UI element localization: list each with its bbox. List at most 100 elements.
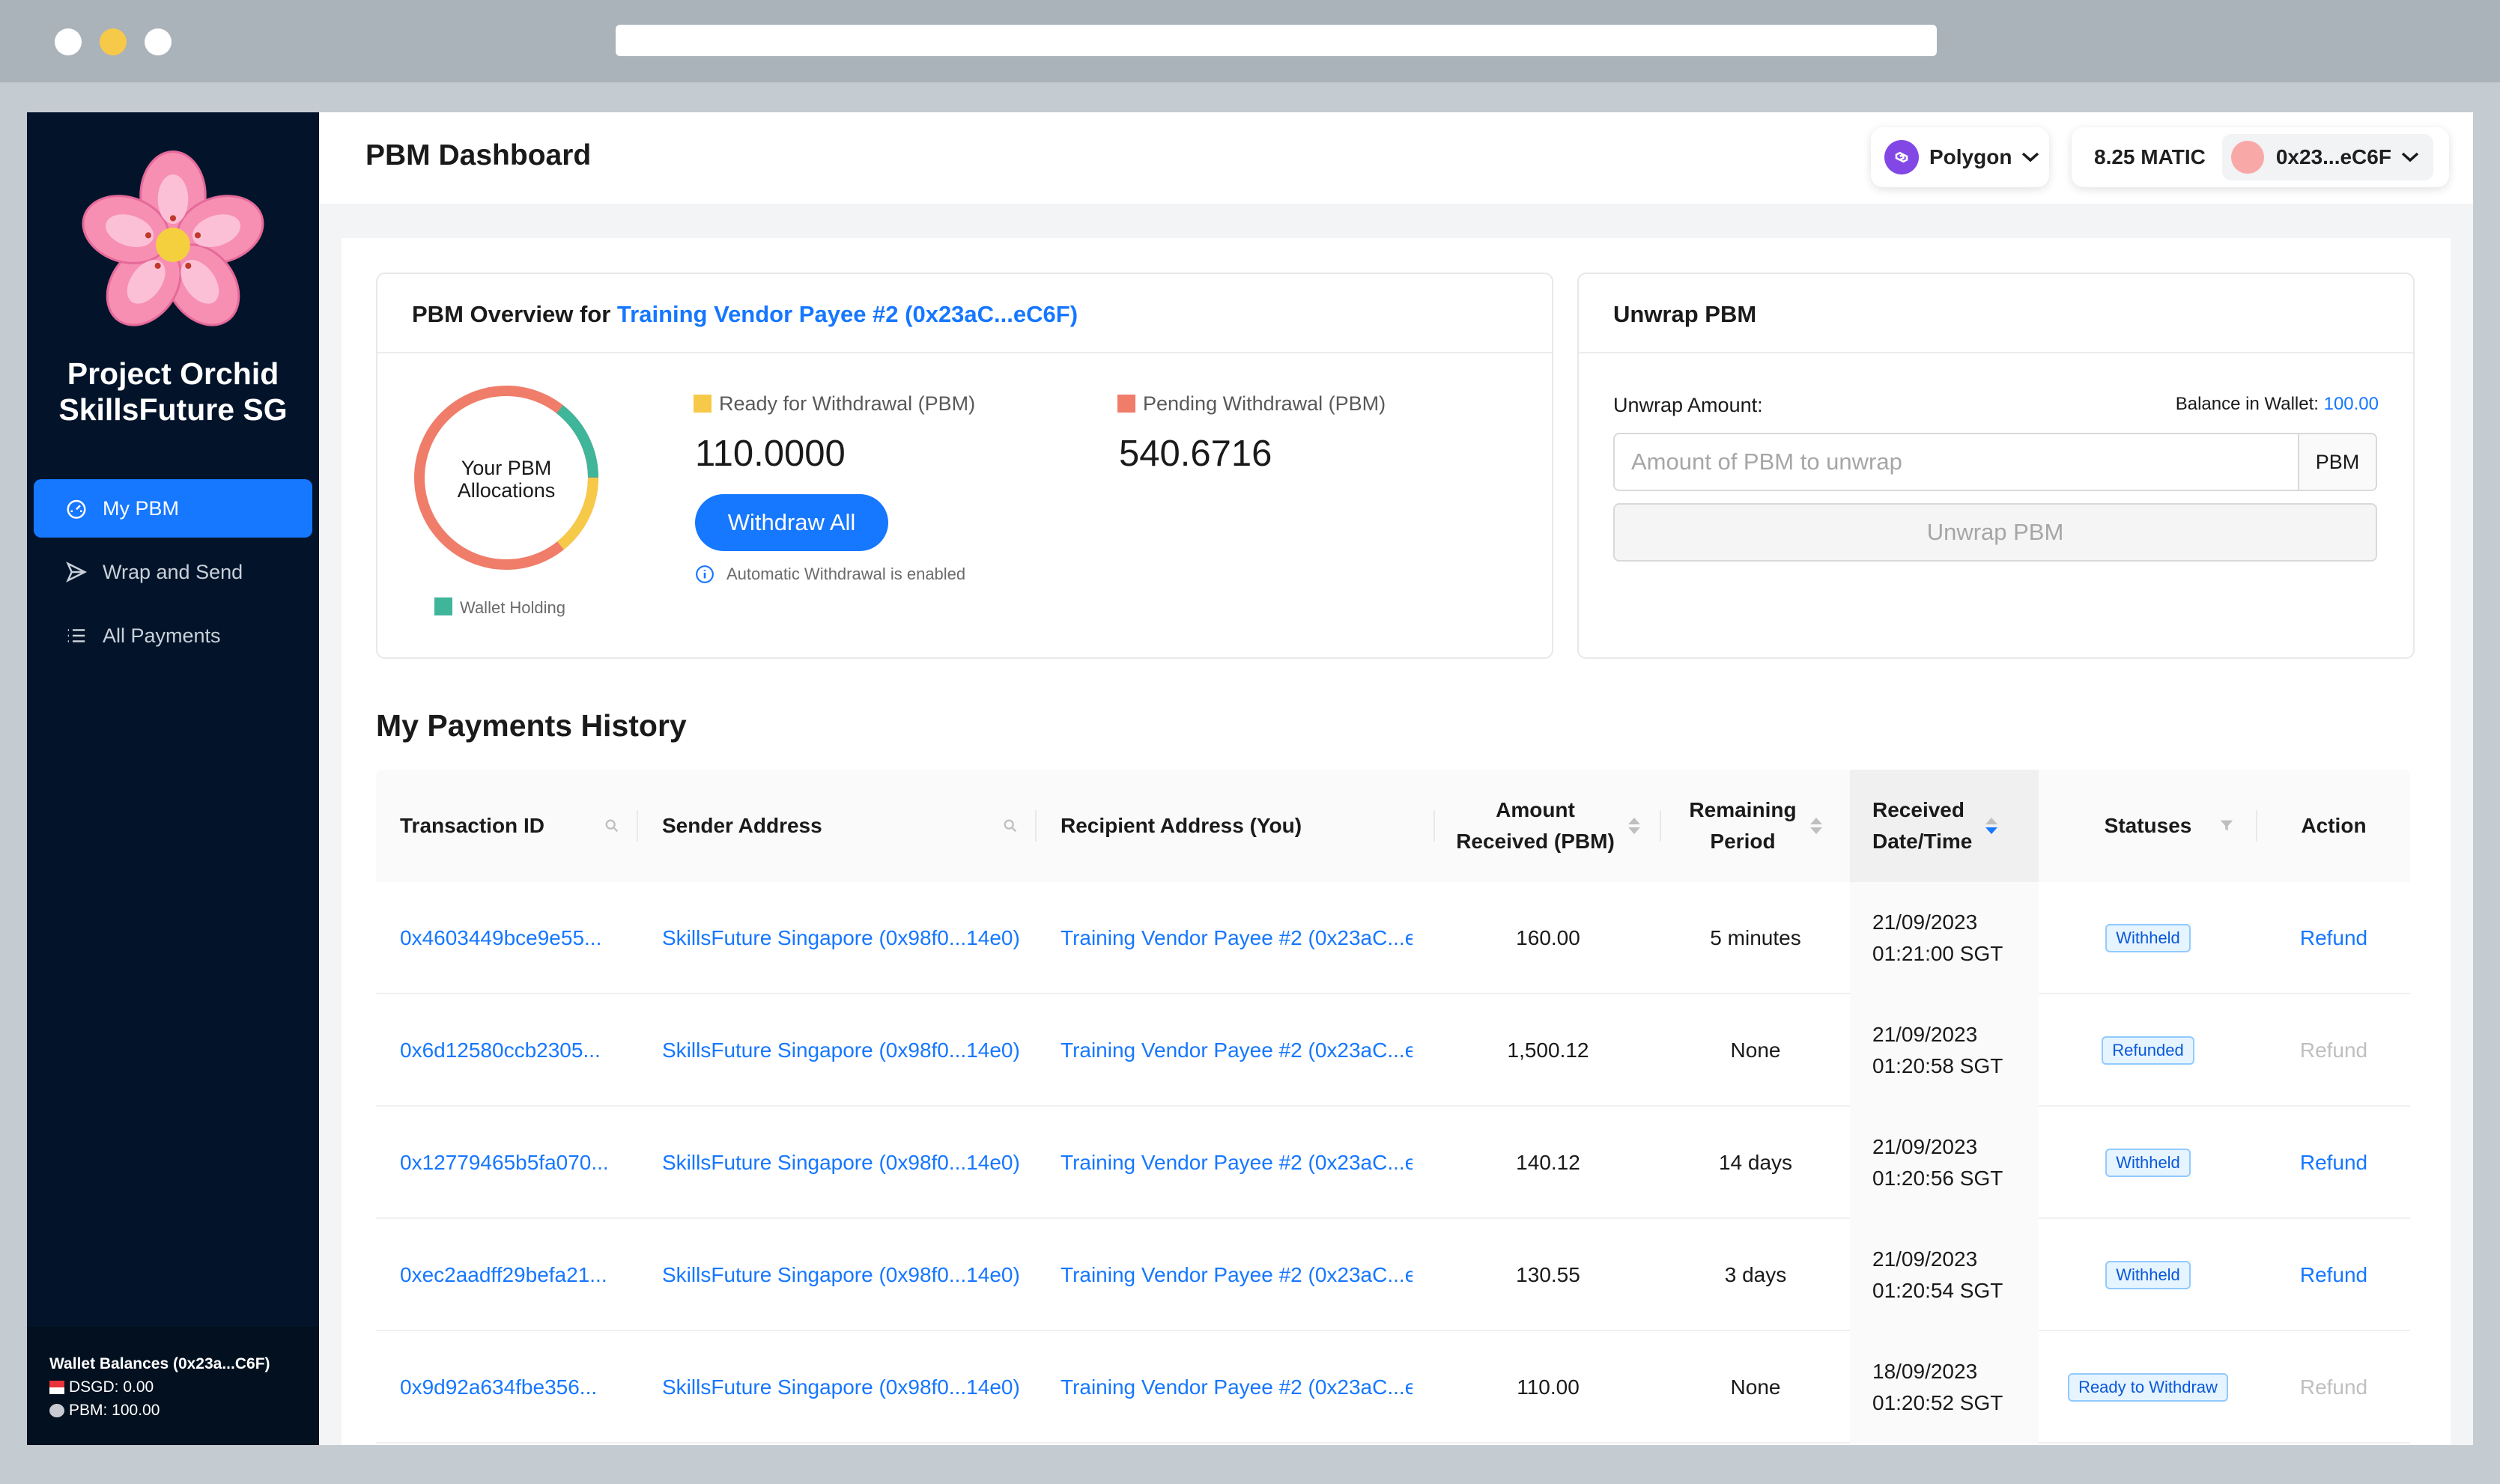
overview-title-prefix: PBM Overview for — [412, 301, 617, 327]
datetime-cell: 21/09/2023 01:20:54 SGT — [1850, 1219, 2039, 1331]
withdraw-all-button[interactable]: Withdraw All — [695, 494, 888, 551]
tx-link[interactable]: 0x12779465b5fa070... — [400, 1151, 609, 1175]
tx-link[interactable]: 0xec2aadff29befa21... — [400, 1263, 607, 1287]
sidebar-item-my-pbm[interactable]: My PBM — [34, 479, 312, 538]
col-label-line-1: Received — [1872, 798, 1964, 821]
time-text: 01:20:56 SGT — [1872, 1167, 2003, 1190]
col-amount-received[interactable]: Amount Received (PBM) — [1435, 770, 1661, 882]
pending-withdrawal-value: 540.6716 — [1119, 434, 1272, 474]
window-maximize-dot[interactable] — [145, 28, 172, 55]
matic-balance: 8.25 MATIC — [2094, 145, 2206, 168]
col-transaction-id: Transaction ID — [376, 770, 638, 882]
wallet-balance-value[interactable]: 100.00 — [2324, 394, 2379, 414]
refund-link[interactable]: Refund — [2300, 1151, 2367, 1175]
col-received-datetime[interactable]: Received Date/Time — [1850, 770, 2039, 882]
datetime-stack: 21/09/2023 01:20:58 SGT — [1872, 1019, 2003, 1082]
recipient-link[interactable]: Training Vendor Payee #2 (0x23aC...eC6F) — [1061, 1151, 1413, 1175]
network-selector[interactable]: Polygon — [1871, 127, 2049, 187]
col-label-line-1: Remaining — [1689, 798, 1797, 821]
recipient-link[interactable]: Training Vendor Payee #2 (0x23aC...eC6F) — [1061, 1039, 1413, 1062]
time-text: 01:20:52 SGT — [1872, 1391, 2003, 1414]
chevron-down-icon — [2401, 152, 2419, 162]
date-text: 21/09/2023 — [1872, 1247, 1978, 1271]
col-label-line-1: Amount — [1496, 798, 1575, 821]
unwrap-amount-label: Unwrap Amount: — [1613, 394, 1763, 416]
window-minimize-dot[interactable] — [100, 28, 127, 55]
search-icon[interactable] — [1002, 818, 1019, 834]
search-icon[interactable] — [604, 818, 620, 834]
sender-link[interactable]: SkillsFuture Singapore (0x98f0...14e0) — [662, 1151, 1020, 1175]
browser-chrome — [0, 0, 2500, 82]
remaining-cell: 5 minutes — [1710, 926, 1801, 949]
wallet-balances-title: Wallet Balances (0x23a...C6F) — [49, 1355, 270, 1372]
tx-link[interactable]: 0x6d12580ccb2305... — [400, 1039, 601, 1062]
tx-link[interactable]: 0x4603449bce9e55... — [400, 926, 601, 950]
unwrap-unit-suffix: PBM — [2298, 434, 2376, 490]
sender-link[interactable]: SkillsFuture Singapore (0x98f0...14e0) — [662, 1263, 1020, 1287]
tx-link[interactable]: 0x9d92a634fbe356... — [400, 1375, 597, 1399]
date-text: 18/09/2023 — [1872, 1360, 1978, 1383]
overview-title: PBM Overview for Training Vendor Payee #… — [377, 274, 1552, 353]
sidebar-item-wrap-and-send[interactable]: Wrap and Send — [34, 543, 312, 601]
recipient-cell: Training Vendor Payee #2 (0x23aC...eC6F) — [1037, 1219, 1413, 1331]
address-bar[interactable] — [616, 25, 1937, 56]
action-cell: Refund — [2257, 882, 2410, 994]
recipient-cell: Training Vendor Payee #2 (0x23aC...eC6F) — [1037, 994, 1413, 1107]
pending-withdrawal-label: Pending Withdrawal (PBM) — [1117, 392, 1386, 416]
info-icon — [696, 565, 714, 583]
col-statuses: Statuses — [2039, 770, 2257, 882]
col-label: Received Date/Time — [1872, 794, 1972, 857]
network-name: Polygon — [1929, 145, 2012, 168]
account-selector[interactable]: 0x23...eC6F — [2221, 134, 2433, 180]
send-icon — [66, 562, 88, 583]
col-label-line-2: Date/Time — [1872, 830, 1973, 853]
recipient-link[interactable]: Training Vendor Payee #2 (0x23aC...eC6F) — [1061, 926, 1413, 950]
col-remaining-period[interactable]: Remaining Period — [1661, 770, 1850, 882]
refund-link[interactable]: Refund — [2300, 1263, 2367, 1287]
status-badge: Withheld — [2105, 1261, 2191, 1289]
datetime-stack: 21/09/2023 01:21:00 SGT — [1872, 907, 2003, 970]
time-text: 01:21:00 SGT — [1872, 942, 2003, 965]
status-badge: Withheld — [2105, 924, 2191, 952]
wallet-balance-label: Balance in Wallet: — [2175, 394, 2324, 414]
table-row: 0x12779465b5fa070... SkillsFuture Singap… — [376, 1107, 2410, 1219]
sender-link[interactable]: SkillsFuture Singapore (0x98f0...14e0) — [662, 926, 1020, 950]
sidebar: Project Orchid SkillsFuture SG My PBM Wr… — [27, 112, 319, 1445]
sender-link[interactable]: SkillsFuture Singapore (0x98f0...14e0) — [662, 1375, 1020, 1399]
polygon-icon — [1884, 140, 1919, 174]
recipient-link[interactable]: Training Vendor Payee #2 (0x23aC...eC6F) — [1061, 1263, 1413, 1287]
account-widget: 8.25 MATIC 0x23...eC6F — [2072, 127, 2449, 187]
datetime-stack: 21/09/2023 01:20:54 SGT — [1872, 1244, 2003, 1307]
vendor-link[interactable]: Training Vendor Payee #2 (0x23aC...eC6F) — [617, 301, 1078, 327]
pbm-balance-text: PBM: 100.00 — [69, 1402, 160, 1419]
pbm-balance: PBM: 100.00 — [49, 1399, 319, 1422]
sort-icon — [1985, 818, 1998, 834]
refund-link[interactable]: Refund — [2300, 926, 2367, 950]
tx-cell: 0xec2aadff29befa21... — [376, 1219, 638, 1331]
status-cell: Withheld — [2039, 1219, 2257, 1331]
filter-icon[interactable] — [2218, 818, 2235, 834]
status-badge: Ready to Withdraw — [2068, 1373, 2228, 1402]
recipient-link[interactable]: Training Vendor Payee #2 (0x23aC...eC6F) — [1061, 1375, 1413, 1399]
refund-link-disabled: Refund — [2299, 1375, 2368, 1399]
unwrap-pbm-button[interactable]: Unwrap PBM — [1613, 503, 2377, 562]
donut-label-line-1: Your PBM — [461, 457, 552, 479]
status-cell: Ready to Withdraw — [2039, 1331, 2257, 1444]
table-row: 0x4603449bce9e55... SkillsFuture Singapo… — [376, 882, 2410, 994]
unwrap-amount-input[interactable] — [1615, 434, 2298, 490]
wallet-balances: Wallet Balances (0x23a...C6F) DSGD: 0.00… — [27, 1327, 319, 1445]
sidebar-item-label: Wrap and Send — [103, 560, 243, 583]
col-recipient-address: Recipient Address (You) — [1037, 770, 1435, 882]
tx-cell: 0x9d92a634fbe356... — [376, 1331, 638, 1444]
sidebar-item-all-payments[interactable]: All Payments — [34, 606, 312, 665]
sender-cell: SkillsFuture Singapore (0x98f0...14e0) — [638, 1219, 1037, 1331]
brand-line-2: SkillsFuture SG — [58, 392, 288, 427]
col-label: Sender Address — [662, 814, 822, 837]
ready-swatch — [694, 395, 712, 413]
col-label: Amount Received (PBM) — [1456, 794, 1615, 857]
status-cell: Withheld — [2039, 1107, 2257, 1219]
sender-link[interactable]: SkillsFuture Singapore (0x98f0...14e0) — [662, 1039, 1020, 1062]
sort-icon — [1627, 818, 1640, 834]
window-close-dot[interactable] — [55, 28, 82, 55]
page-title: PBM Dashboard — [365, 139, 592, 171]
